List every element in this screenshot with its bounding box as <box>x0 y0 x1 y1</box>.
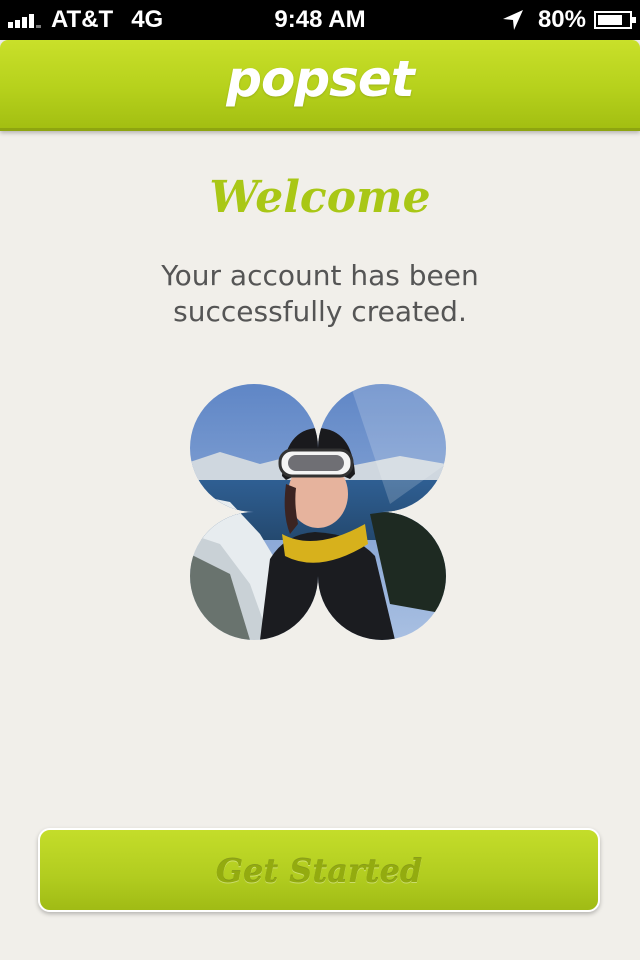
get-started-button[interactable]: Get Started <box>38 828 600 912</box>
app-logo: popset <box>226 50 415 108</box>
welcome-message: Your account has been successfully creat… <box>161 259 479 328</box>
battery-fill <box>598 15 622 25</box>
location-arrow-icon <box>502 10 523 30</box>
app-header: popset <box>0 40 640 131</box>
profile-photo <box>190 384 446 640</box>
battery-icon <box>594 11 636 29</box>
status-bar: AT&T 4G 9:48 AM 80% <box>0 0 640 40</box>
battery-percent: 80% <box>537 6 586 33</box>
status-bar-right: 80% <box>502 0 636 40</box>
welcome-title: Welcome <box>209 172 431 223</box>
get-started-label: Get Started <box>215 852 423 890</box>
